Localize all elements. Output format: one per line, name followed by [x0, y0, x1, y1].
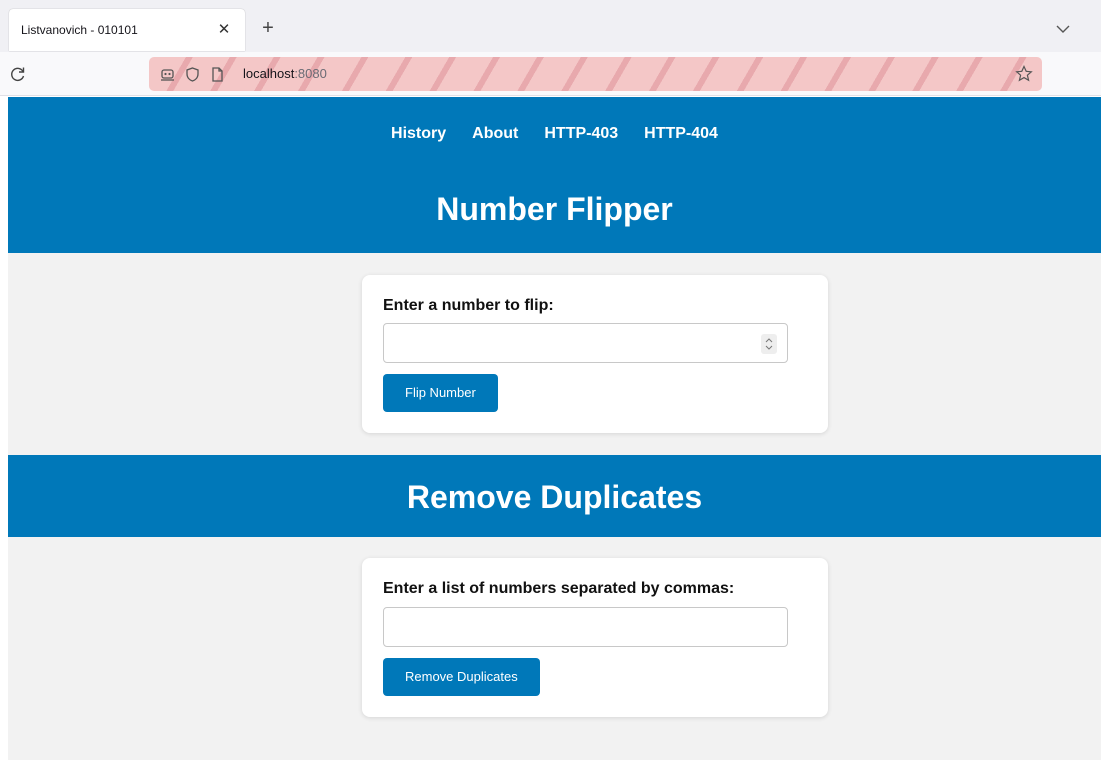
- url-bar[interactable]: localhost:8080: [149, 57, 1042, 91]
- numbers-list-input[interactable]: [383, 607, 788, 647]
- number-spinner-icon[interactable]: [761, 334, 777, 354]
- browser-tab[interactable]: Listvanovich - 010101 ✕: [9, 9, 245, 51]
- close-tab-icon[interactable]: ✕: [215, 21, 233, 39]
- remove-duplicates-card: Enter a list of numbers separated by com…: [362, 558, 828, 717]
- number-flipper-title: Number Flipper: [436, 191, 673, 227]
- url-port: :8080: [294, 66, 327, 81]
- robot-icon: [159, 66, 176, 83]
- nav-link-http-404[interactable]: HTTP-404: [644, 125, 718, 143]
- browser-tab-bar: Listvanovich - 010101 ✕ +: [0, 0, 1101, 52]
- number-flipper-card: Enter a number to flip: Flip Number: [362, 275, 828, 433]
- nav-link-about[interactable]: About: [472, 125, 518, 143]
- nav-link-history[interactable]: History: [391, 125, 446, 143]
- site-header: History About HTTP-403 HTTP-404 Number F…: [8, 97, 1101, 253]
- remove-duplicates-button[interactable]: Remove Duplicates: [383, 658, 540, 696]
- chevron-down-icon[interactable]: [1052, 20, 1074, 38]
- flip-number-label: Enter a number to flip:: [383, 297, 554, 314]
- remove-duplicates-title: Remove Duplicates: [406, 479, 703, 515]
- shield-icon[interactable]: [184, 66, 201, 83]
- nav-link-http-403[interactable]: HTTP-403: [544, 125, 618, 143]
- reload-icon[interactable]: [8, 64, 28, 84]
- url-text[interactable]: localhost:8080: [243, 66, 327, 81]
- flip-number-button[interactable]: Flip Number: [383, 374, 498, 412]
- browser-nav-bar: localhost:8080: [0, 52, 1101, 96]
- flip-number-input[interactable]: [383, 323, 788, 363]
- site-nav: History About HTTP-403 HTTP-404: [8, 125, 1101, 143]
- page-icon[interactable]: [209, 66, 226, 83]
- numbers-list-label: Enter a list of numbers separated by com…: [383, 580, 735, 597]
- new-tab-icon[interactable]: +: [257, 18, 279, 40]
- bookmark-star-icon[interactable]: [1014, 64, 1034, 84]
- url-host: localhost: [243, 66, 295, 81]
- page-content: History About HTTP-403 HTTP-404 Number F…: [8, 97, 1101, 760]
- tab-title: Listvanovich - 010101: [21, 23, 138, 37]
